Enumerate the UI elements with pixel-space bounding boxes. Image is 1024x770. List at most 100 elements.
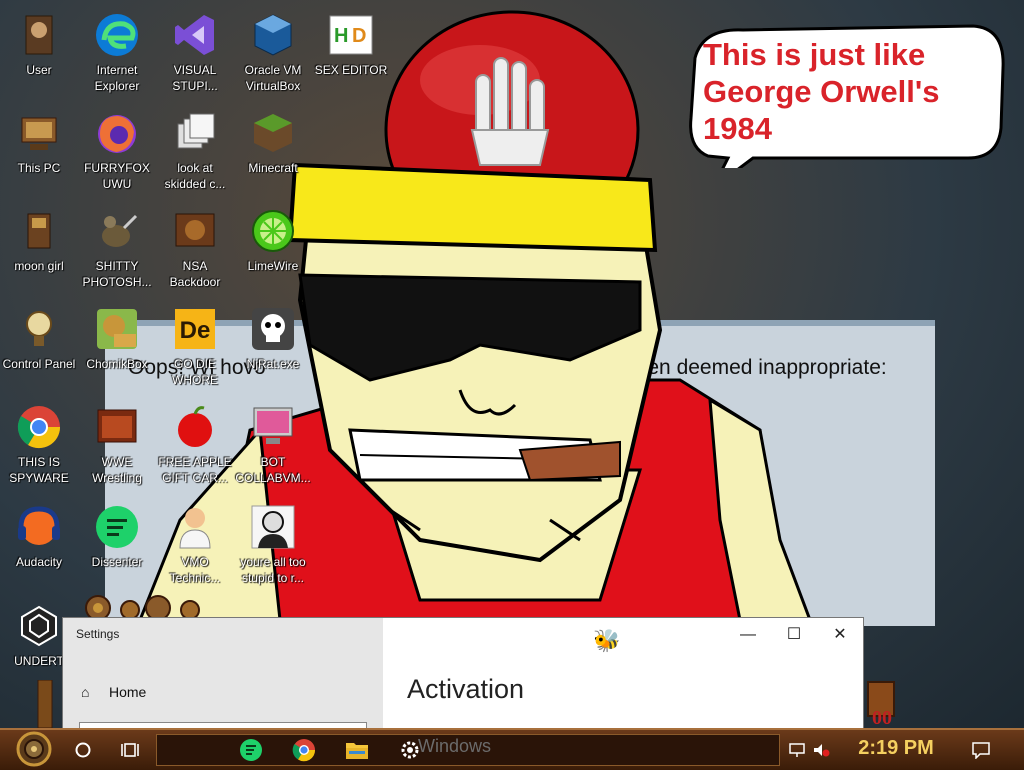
left-pipe-decoration xyxy=(37,680,53,728)
speech-line-3: 1984 xyxy=(703,111,772,146)
close-icon: ✕ xyxy=(833,626,847,643)
desktop-icon-chomikbox[interactable]: ChomikBox xyxy=(78,306,156,372)
corner-ornament-decoration: 00 xyxy=(867,681,895,728)
desktop-icon-label: Internet Explorer xyxy=(94,63,140,93)
chrome-icon xyxy=(17,406,61,449)
desktop-icon-label: User xyxy=(26,63,52,77)
search-button[interactable] xyxy=(68,734,98,766)
desktop-icon-virtualbox[interactable]: Oracle VM VirtualBox xyxy=(234,12,312,94)
desktop-icon-control-panel[interactable]: Control Panel xyxy=(0,306,78,372)
moon-girl-icon xyxy=(27,213,51,249)
desktop-icon-furryfox[interactable]: FURRYFOX UWU xyxy=(78,110,156,192)
desktop-icon-label: FREE APPLE GIFT CAR... xyxy=(158,455,232,485)
home-icon: ⌂ xyxy=(81,684,90,700)
wrestling-icon xyxy=(97,409,137,443)
desktop-icon-dissenter[interactable]: Dissenter xyxy=(78,504,156,570)
unity-icon xyxy=(21,605,57,647)
cortana-icon xyxy=(75,742,91,758)
volume-muted-icon xyxy=(814,744,830,757)
portrait-icon xyxy=(251,505,295,549)
minecraft-icon xyxy=(254,114,292,152)
taskbar-clock[interactable]: 2:19 PM xyxy=(846,733,946,763)
desktop-icon-vmo-technician[interactable]: VMO Technic... xyxy=(156,504,234,586)
maximize-icon: ☐ xyxy=(786,626,802,643)
desktop-icon-free-apple-gift-card[interactable]: FREE APPLE GIFT CAR... xyxy=(156,404,234,486)
maximize-button[interactable]: ☐ xyxy=(771,622,817,648)
computer-icon xyxy=(21,117,57,150)
desktop-icon-label: Control Panel xyxy=(2,357,76,371)
folder-icon xyxy=(346,743,368,759)
desktop-icon-label: WWE Wrestling xyxy=(92,455,142,485)
dissenter-icon xyxy=(96,506,138,548)
steampunk-start-icon xyxy=(16,731,52,767)
desktop-icon-label: VMO Technic... xyxy=(169,555,221,585)
desktop-icon-label: BOT COLLABVM... xyxy=(235,455,311,485)
desktop-icon-user[interactable]: User xyxy=(0,12,78,78)
desktop-icon-moon-girl[interactable]: moon girl xyxy=(0,208,78,274)
settings-nav-home-label: Home xyxy=(109,684,147,700)
settings-window-title: Settings xyxy=(76,627,120,641)
svg-text:00: 00 xyxy=(872,707,892,728)
skull-icon xyxy=(252,308,294,350)
desktop-icon-this-pc[interactable]: This PC xyxy=(0,110,78,176)
notification-icon xyxy=(972,742,990,759)
visual-studio-icon xyxy=(175,15,214,55)
settings-nav-home[interactable]: ⌂ Home xyxy=(81,684,146,700)
gear-icon xyxy=(401,741,419,759)
desktop-icon-audacity[interactable]: Audacity xyxy=(0,504,78,570)
desktop-icon-skidded-code[interactable]: look at skidded c... xyxy=(156,110,234,192)
firefox-icon xyxy=(98,115,136,153)
desktop-icon-bot-collabvm[interactable]: BOT COLLABVM... xyxy=(234,404,312,486)
desktop: Oops! Wi hovo as been deemed inappropria… xyxy=(0,0,1024,728)
desktop-icon-label: SEX EDITOR xyxy=(314,63,388,77)
technician-icon xyxy=(179,508,211,549)
audacity-icon xyxy=(18,506,60,545)
hex-editor-icon: HD xyxy=(329,15,373,55)
desktop-icon-go-die[interactable]: De GO DIE WHORE xyxy=(156,306,234,388)
edge-icon xyxy=(96,14,138,56)
nsa-icon xyxy=(175,213,215,247)
desktop-icon-nsa-backdoor[interactable]: NSA Backdoor xyxy=(156,208,234,290)
desktop-icon-youre-all-too-stupid[interactable]: youre all too stupid to r... xyxy=(234,504,312,586)
bee-cursor-icon: 🐝 xyxy=(593,628,621,653)
de-icon: De xyxy=(175,309,215,349)
monitor-icon xyxy=(253,407,293,444)
svg-text:H: H xyxy=(334,25,348,47)
desktop-icon-internet-explorer[interactable]: Internet Explorer xyxy=(78,12,156,94)
settings-window: Settings ⌂ Home Activation 🐝 — ☐ ✕ xyxy=(62,617,864,728)
copies-icon xyxy=(177,113,215,149)
virtualbox-icon xyxy=(254,14,292,56)
network-tray-button[interactable] xyxy=(786,734,808,766)
action-center-button[interactable] xyxy=(966,734,996,766)
minimize-button[interactable]: — xyxy=(725,622,771,648)
desktop-icon-limewire[interactable]: LimeWire xyxy=(234,208,312,274)
desktop-icon-this-is-spyware[interactable]: THIS IS SPYWARE xyxy=(0,404,78,486)
taskbar-file-explorer[interactable] xyxy=(341,734,373,766)
desktop-icon-visual-studio[interactable]: VISUAL STUPI... xyxy=(156,12,234,94)
volume-tray-button[interactable] xyxy=(810,734,832,766)
taskbar-dissenter[interactable] xyxy=(236,734,266,766)
desktop-icon-label: Audacity xyxy=(15,555,63,569)
chomikbox-icon xyxy=(97,309,137,349)
control-panel-icon xyxy=(26,311,52,346)
user-icon xyxy=(25,15,53,55)
close-button[interactable]: ✕ xyxy=(817,622,863,648)
desktop-icon-label: Dissenter xyxy=(91,555,143,569)
desktop-icon-shitty-photoshop[interactable]: SHITTY PHOTOSH... xyxy=(78,208,156,290)
taskbar-chrome[interactable] xyxy=(288,734,320,766)
desktop-icon-wwe-wrestling[interactable]: WWE Wrestling xyxy=(78,404,156,486)
taskbar-behind-text: Windows xyxy=(418,736,492,756)
desktop-icon-minecraft[interactable]: Minecraft xyxy=(234,110,312,176)
desktop-icon-sex-editor[interactable]: HD SEX EDITOR xyxy=(312,12,390,78)
desktop-icon-label: SHITTY PHOTOSH... xyxy=(82,259,152,289)
desktop-icon-label: NjRat.exe xyxy=(246,357,300,371)
limewire-icon xyxy=(252,210,294,252)
taskbar-settings[interactable] xyxy=(394,734,426,766)
apple-icon xyxy=(178,406,212,447)
desktop-icon-njrat[interactable]: NjRat.exe xyxy=(234,306,312,372)
speech-line-1: This is just like xyxy=(703,37,926,72)
start-button[interactable] xyxy=(6,731,62,767)
task-view-button[interactable] xyxy=(114,734,146,766)
desktop-icon-label: LimeWire xyxy=(247,259,299,273)
svg-text:De: De xyxy=(180,317,211,344)
